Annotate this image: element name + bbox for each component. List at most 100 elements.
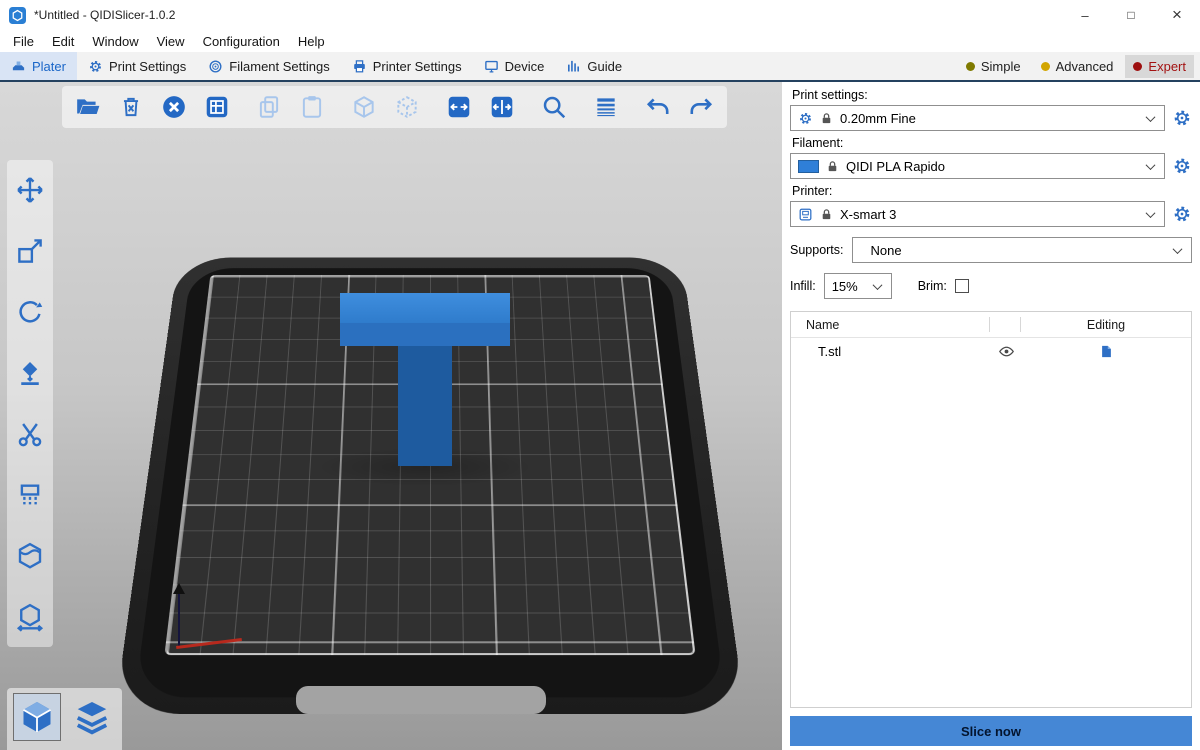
simple-mode-dot-icon: [966, 62, 975, 71]
remove-instance-button[interactable]: [393, 93, 421, 121]
measure-button[interactable]: [14, 601, 46, 633]
view-toggle-bar: [7, 688, 122, 750]
measure-icon: [15, 602, 45, 632]
object-list-row[interactable]: T.stl: [791, 338, 1191, 365]
print-settings-gear-button[interactable]: [1172, 108, 1192, 128]
menu-edit[interactable]: Edit: [43, 34, 83, 49]
plater-icon: [11, 59, 26, 74]
minimize-button[interactable]: –: [1062, 0, 1108, 30]
layer-lines-icon: [593, 94, 619, 120]
z-axis-arrow-icon: [173, 583, 185, 594]
seam-painting-button[interactable]: [14, 540, 46, 572]
tab-plater[interactable]: Plater: [0, 52, 77, 80]
split-to-parts-button[interactable]: [488, 93, 516, 121]
chevron-down-icon: [872, 280, 882, 290]
place-on-face-button[interactable]: [14, 357, 46, 389]
scale-icon: [15, 236, 45, 266]
paste-button[interactable]: [298, 93, 326, 121]
infill-label: Infill:: [790, 279, 816, 293]
mode-simple[interactable]: Simple: [958, 55, 1029, 78]
add-instance-button[interactable]: [350, 93, 378, 121]
printer-combo[interactable]: X-smart 3: [790, 201, 1165, 227]
model-t-bar-front-face[interactable]: [340, 323, 510, 346]
arrange-grid-icon: [204, 94, 230, 120]
model-t-top-face[interactable]: [340, 293, 510, 323]
split-to-objects-button[interactable]: [445, 93, 473, 121]
menu-file[interactable]: File: [4, 34, 43, 49]
mode-label: Simple: [981, 59, 1021, 74]
filament-label: Filament:: [792, 136, 1190, 150]
mode-label: Advanced: [1056, 59, 1114, 74]
supports-combo[interactable]: None: [852, 237, 1192, 263]
column-header-name[interactable]: Name: [791, 318, 989, 332]
rotate-button[interactable]: [14, 296, 46, 328]
paint-supports-button[interactable]: [14, 479, 46, 511]
cut-button[interactable]: [14, 418, 46, 450]
remove-instance-cube-icon: [394, 94, 420, 120]
delete-all-icon: [161, 94, 187, 120]
tab-print-settings[interactable]: Print Settings: [77, 52, 197, 80]
tab-device[interactable]: Device: [473, 52, 556, 80]
delete-button[interactable]: [117, 93, 145, 121]
filament-color-swatch: [798, 160, 819, 173]
tab-filament-settings[interactable]: Filament Settings: [197, 52, 340, 80]
menu-configuration[interactable]: Configuration: [194, 34, 289, 49]
variable-layer-height-button[interactable]: [592, 93, 620, 121]
scale-button[interactable]: [14, 235, 46, 267]
object-list: Name Editing T.stl: [790, 311, 1192, 708]
layers-stack-icon: [73, 698, 111, 736]
tab-guide[interactable]: Guide: [555, 52, 633, 80]
printer-gear-button[interactable]: [1172, 204, 1192, 224]
open-button[interactable]: [74, 93, 102, 121]
brim-checkbox[interactable]: [955, 279, 969, 293]
tab-printer-settings[interactable]: Printer Settings: [341, 52, 473, 80]
object-editing-icon[interactable]: [1099, 344, 1114, 359]
object-list-header: Name Editing: [791, 312, 1191, 338]
mode-advanced[interactable]: Advanced: [1033, 55, 1122, 78]
undo-button[interactable]: [644, 93, 672, 121]
lock-icon: [820, 112, 833, 125]
menu-view[interactable]: View: [148, 34, 194, 49]
arrange-button[interactable]: [203, 93, 231, 121]
tab-label: Print Settings: [109, 59, 186, 74]
expert-mode-dot-icon: [1133, 62, 1142, 71]
add-instance-cube-icon: [351, 94, 377, 120]
search-button[interactable]: [540, 93, 568, 121]
menu-help[interactable]: Help: [289, 34, 334, 49]
mode-label: Expert: [1148, 59, 1186, 74]
infill-combo[interactable]: 15%: [824, 273, 892, 299]
split-objects-icon: [446, 94, 472, 120]
object-name[interactable]: T.stl: [791, 344, 991, 359]
tab-label: Plater: [32, 59, 66, 74]
redo-arrow-icon: [688, 94, 714, 120]
3d-editor-view-button[interactable]: [13, 693, 61, 741]
mode-selector: Simple Advanced Expert: [958, 52, 1200, 80]
preview-view-button[interactable]: [68, 693, 116, 741]
delete-all-button[interactable]: [160, 93, 188, 121]
monitor-icon: [484, 59, 499, 74]
tab-label: Printer Settings: [373, 59, 462, 74]
app-logo-icon: [9, 7, 26, 24]
model-t-stem-face[interactable]: [398, 346, 452, 466]
filament-combo[interactable]: QIDI PLA Rapido: [790, 153, 1165, 179]
scissors-icon: [15, 419, 45, 449]
slice-now-button[interactable]: Slice now: [790, 716, 1192, 746]
bed-handle-notch: [296, 686, 546, 714]
maximize-button[interactable]: □: [1108, 0, 1154, 30]
mode-expert[interactable]: Expert: [1125, 55, 1194, 78]
printer-mini-icon: [798, 207, 813, 222]
3d-viewport[interactable]: [0, 82, 782, 750]
filament-value: QIDI PLA Rapido: [846, 159, 945, 174]
menu-window[interactable]: Window: [83, 34, 147, 49]
print-settings-combo[interactable]: 0.20mm Fine: [790, 105, 1165, 131]
copy-button[interactable]: [255, 93, 283, 121]
supports-label: Supports:: [790, 243, 844, 257]
close-button[interactable]: ×: [1154, 0, 1200, 30]
filament-gear-button[interactable]: [1172, 156, 1192, 176]
qidislicer-window: *Untitled - QIDISlicer-1.0.2 – □ × File …: [0, 0, 1200, 750]
move-button[interactable]: [14, 174, 46, 206]
redo-button[interactable]: [687, 93, 715, 121]
eye-icon[interactable]: [998, 343, 1015, 360]
folder-open-icon: [75, 94, 101, 120]
column-header-editing[interactable]: Editing: [1021, 318, 1191, 332]
